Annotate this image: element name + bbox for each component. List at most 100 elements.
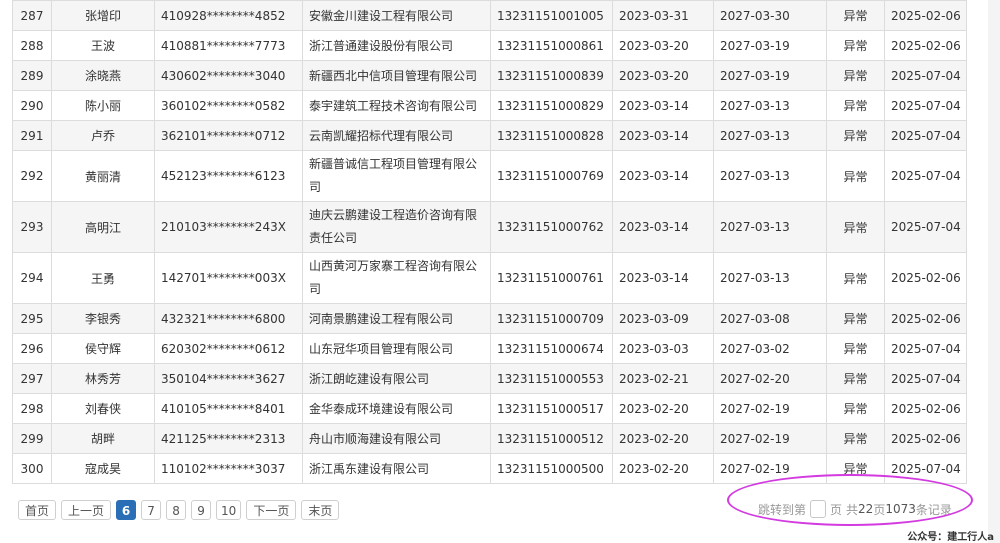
expire-date: 2027-03-13 <box>713 252 827 304</box>
certificate-number: 13231151000512 <box>490 423 613 454</box>
update-date: 2025-07-04 <box>884 60 967 91</box>
results-table-wrapper: 287 张增印 410928********4852 安徽金川建设工程有限公司 1323… <box>12 0 967 484</box>
id-number: 430602********3040 <box>154 60 303 91</box>
expire-date: 2027-03-13 <box>713 90 827 121</box>
company-name: 新疆普诚信工程项目管理有限公司 <box>302 150 491 202</box>
next-page-button[interactable]: 下一页 <box>246 500 297 520</box>
company-name: 浙江普通建设股份有限公司 <box>302 30 491 61</box>
first-page-button[interactable]: 首页 <box>18 500 57 520</box>
expire-date: 2027-02-19 <box>713 393 827 424</box>
company-name: 浙江禹东建设有限公司 <box>302 453 491 484</box>
id-number: 410881********7773 <box>154 30 303 61</box>
id-number: 210103********243X <box>154 201 303 253</box>
page-button[interactable]: 10 <box>216 500 242 520</box>
person-name: 李银秀 <box>51 303 155 334</box>
update-date: 2025-02-06 <box>884 30 967 61</box>
certificate-number: 13231151000500 <box>490 453 613 484</box>
update-date: 2025-07-04 <box>884 201 967 253</box>
issue-date: 2023-02-20 <box>612 423 714 454</box>
status-cell: 异常 <box>826 423 885 454</box>
id-number: 142701********003X <box>154 252 303 304</box>
certificate-number: 13231151000674 <box>490 333 613 364</box>
row-number: 294 <box>12 252 52 304</box>
issue-date: 2023-03-20 <box>612 60 714 91</box>
prev-page-button[interactable]: 上一页 <box>61 500 112 520</box>
issue-date: 2023-03-14 <box>612 252 714 304</box>
row-number: 297 <box>12 363 52 394</box>
page-button-current[interactable]: 6 <box>116 500 137 520</box>
row-number: 291 <box>12 120 52 151</box>
company-name: 新疆西北中信项目管理有限公司 <box>302 60 491 91</box>
row-number: 290 <box>12 90 52 121</box>
certificate-number: 13231151000553 <box>490 363 613 394</box>
person-name: 黄丽清 <box>51 150 155 202</box>
update-date: 2025-02-06 <box>884 423 967 454</box>
expire-date: 2027-03-30 <box>713 0 827 31</box>
table-row: 292 黄丽清 452123********6123 新疆普诚信工程项目管理有限公司 1… <box>12 150 967 202</box>
id-number: 362101********0712 <box>154 120 303 151</box>
status-cell: 异常 <box>826 150 885 202</box>
expire-date: 2027-02-20 <box>713 363 827 394</box>
issue-date: 2023-03-31 <box>612 0 714 31</box>
status-cell: 异常 <box>826 201 885 253</box>
person-name: 高明江 <box>51 201 155 253</box>
table-row: 290 陈小丽 360102********0582 泰宇建筑工程技术咨询有限公司 13… <box>12 90 967 121</box>
results-table: 287 张增印 410928********4852 安徽金川建设工程有限公司 1323… <box>12 0 967 484</box>
issue-date: 2023-02-21 <box>612 363 714 394</box>
update-date: 2025-07-04 <box>884 333 967 364</box>
issue-date: 2023-03-03 <box>612 333 714 364</box>
table-row: 299 胡畔 421125********2313 舟山市顺海建设有限公司 132311… <box>12 423 967 454</box>
status-cell: 异常 <box>826 90 885 121</box>
status-cell: 异常 <box>826 393 885 424</box>
page-button[interactable]: 9 <box>191 500 212 520</box>
company-name: 迪庆云鹏建设工程造价咨询有限责任公司 <box>302 201 491 253</box>
table-row: 295 李银秀 432321********6800 河南景鹏建设工程有限公司 1323… <box>12 303 967 334</box>
certificate-number: 13231151001005 <box>490 0 613 31</box>
annotation-oval <box>727 474 973 526</box>
page-button[interactable]: 8 <box>166 500 187 520</box>
row-number: 298 <box>12 393 52 424</box>
company-name: 山西黄河万家寨工程咨询有限公司 <box>302 252 491 304</box>
results-table-body: 287 张增印 410928********4852 安徽金川建设工程有限公司 1323… <box>12 0 967 484</box>
id-number: 350104********3627 <box>154 363 303 394</box>
company-name: 浙江朗屹建设有限公司 <box>302 363 491 394</box>
person-name: 陈小丽 <box>51 90 155 121</box>
expire-date: 2027-03-13 <box>713 120 827 151</box>
company-name: 泰宇建筑工程技术咨询有限公司 <box>302 90 491 121</box>
row-number: 289 <box>12 60 52 91</box>
table-row: 288 王波 410881********7773 浙江普通建设股份有限公司 13231… <box>12 30 967 61</box>
page-scrollbar[interactable] <box>988 0 1000 543</box>
person-name: 侯守辉 <box>51 333 155 364</box>
certificate-number: 13231151000769 <box>490 150 613 202</box>
status-cell: 异常 <box>826 252 885 304</box>
person-name: 卢乔 <box>51 120 155 151</box>
company-name: 河南景鹏建设工程有限公司 <box>302 303 491 334</box>
last-page-button[interactable]: 末页 <box>301 500 340 520</box>
company-name: 云南凯耀招标代理有限公司 <box>302 120 491 151</box>
page-button[interactable]: 7 <box>141 500 162 520</box>
row-number: 300 <box>12 453 52 484</box>
issue-date: 2023-02-20 <box>612 453 714 484</box>
table-row: 287 张增印 410928********4852 安徽金川建设工程有限公司 1323… <box>12 0 967 31</box>
table-row: 293 高明江 210103********243X 迪庆云鹏建设工程造价咨询有限责任… <box>12 201 967 253</box>
id-number: 452123********6123 <box>154 150 303 202</box>
update-date: 2025-02-06 <box>884 393 967 424</box>
id-number: 110102********3037 <box>154 453 303 484</box>
id-number: 432321********6800 <box>154 303 303 334</box>
id-number: 620302********0612 <box>154 333 303 364</box>
person-name: 王勇 <box>51 252 155 304</box>
update-date: 2025-02-06 <box>884 252 967 304</box>
certificate-number: 13231151000709 <box>490 303 613 334</box>
table-row: 296 侯守辉 620302********0612 山东冠华项目管理有限公司 1323… <box>12 333 967 364</box>
row-number: 292 <box>12 150 52 202</box>
status-cell: 异常 <box>826 303 885 334</box>
certificate-number: 13231151000839 <box>490 60 613 91</box>
table-row: 297 林秀芳 350104********3627 浙江朗屹建设有限公司 132311… <box>12 363 967 394</box>
status-cell: 异常 <box>826 0 885 31</box>
status-cell: 异常 <box>826 60 885 91</box>
certificate-number: 13231151000861 <box>490 30 613 61</box>
status-cell: 异常 <box>826 120 885 151</box>
person-name: 刘春侠 <box>51 393 155 424</box>
row-number: 287 <box>12 0 52 31</box>
certificate-number: 13231151000762 <box>490 201 613 253</box>
